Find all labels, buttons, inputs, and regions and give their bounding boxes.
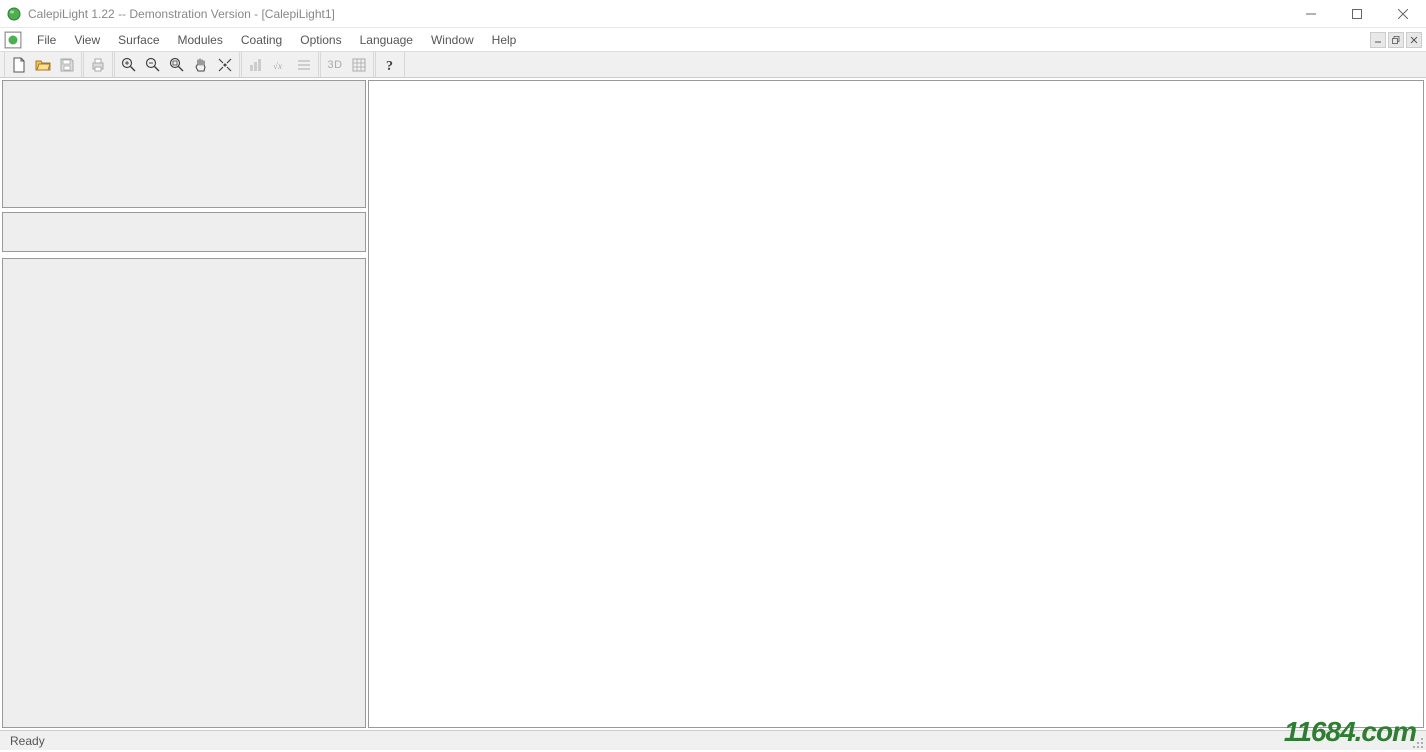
toolbar-group-file xyxy=(4,52,82,77)
menu-help[interactable]: Help xyxy=(483,30,526,50)
menu-window[interactable]: Window xyxy=(422,30,483,50)
save-file-button[interactable] xyxy=(55,54,79,76)
grid-button[interactable] xyxy=(347,54,371,76)
toolbar-group-help: ? xyxy=(375,52,405,77)
menubar: File View Surface Modules Coating Option… xyxy=(0,28,1426,52)
side-panel-top[interactable] xyxy=(2,80,366,208)
menu-modules[interactable]: Modules xyxy=(169,30,232,50)
close-button[interactable] xyxy=(1380,0,1426,27)
new-file-button[interactable] xyxy=(7,54,31,76)
mdi-restore-button[interactable] xyxy=(1388,32,1404,48)
menubar-app-icon xyxy=(4,31,22,49)
workspace xyxy=(0,78,1426,730)
print-button[interactable] xyxy=(86,54,110,76)
window-title: CalepiLight 1.22 -- Demonstration Versio… xyxy=(28,7,335,21)
svg-text:?: ? xyxy=(386,59,393,73)
mdi-close-button[interactable] xyxy=(1406,32,1422,48)
app-icon xyxy=(6,6,22,22)
formula-button[interactable]: √x xyxy=(268,54,292,76)
menu-file[interactable]: File xyxy=(28,30,65,50)
mdi-minimize-button[interactable] xyxy=(1370,32,1386,48)
status-text: Ready xyxy=(4,734,51,748)
chart-button[interactable] xyxy=(244,54,268,76)
menu-coating[interactable]: Coating xyxy=(232,30,291,50)
menu-options[interactable]: Options xyxy=(291,30,350,50)
menu-language[interactable]: Language xyxy=(351,30,422,50)
view-3d-button[interactable]: 3D xyxy=(323,54,347,76)
titlebar: CalepiLight 1.22 -- Demonstration Versio… xyxy=(0,0,1426,28)
pan-button[interactable] xyxy=(189,54,213,76)
side-panel xyxy=(0,78,368,730)
resize-grip-icon[interactable] xyxy=(1408,733,1424,749)
fit-view-button[interactable] xyxy=(213,54,237,76)
lines-button[interactable] xyxy=(292,54,316,76)
minimize-button[interactable] xyxy=(1288,0,1334,27)
svg-text:√x: √x xyxy=(273,61,282,71)
open-file-button[interactable] xyxy=(31,54,55,76)
zoom-area-button[interactable] xyxy=(165,54,189,76)
toolbar-group-zoom xyxy=(114,52,240,77)
zoom-in-button[interactable] xyxy=(117,54,141,76)
toolbar: √x 3D ? xyxy=(0,52,1426,78)
menu-view[interactable]: View xyxy=(65,30,109,50)
statusbar: Ready xyxy=(0,730,1426,750)
menu-surface[interactable]: Surface xyxy=(109,30,168,50)
maximize-button[interactable] xyxy=(1334,0,1380,27)
side-panel-bottom[interactable] xyxy=(2,258,366,728)
window-controls xyxy=(1288,0,1426,27)
side-panel-input[interactable] xyxy=(2,212,366,252)
toolbar-group-print xyxy=(83,52,113,77)
toolbar-group-calc: √x xyxy=(241,52,319,77)
mdi-controls xyxy=(1370,32,1422,48)
help-button[interactable]: ? xyxy=(378,54,402,76)
zoom-out-button[interactable] xyxy=(141,54,165,76)
toolbar-group-3d: 3D xyxy=(320,52,374,77)
main-view[interactable] xyxy=(368,80,1424,728)
